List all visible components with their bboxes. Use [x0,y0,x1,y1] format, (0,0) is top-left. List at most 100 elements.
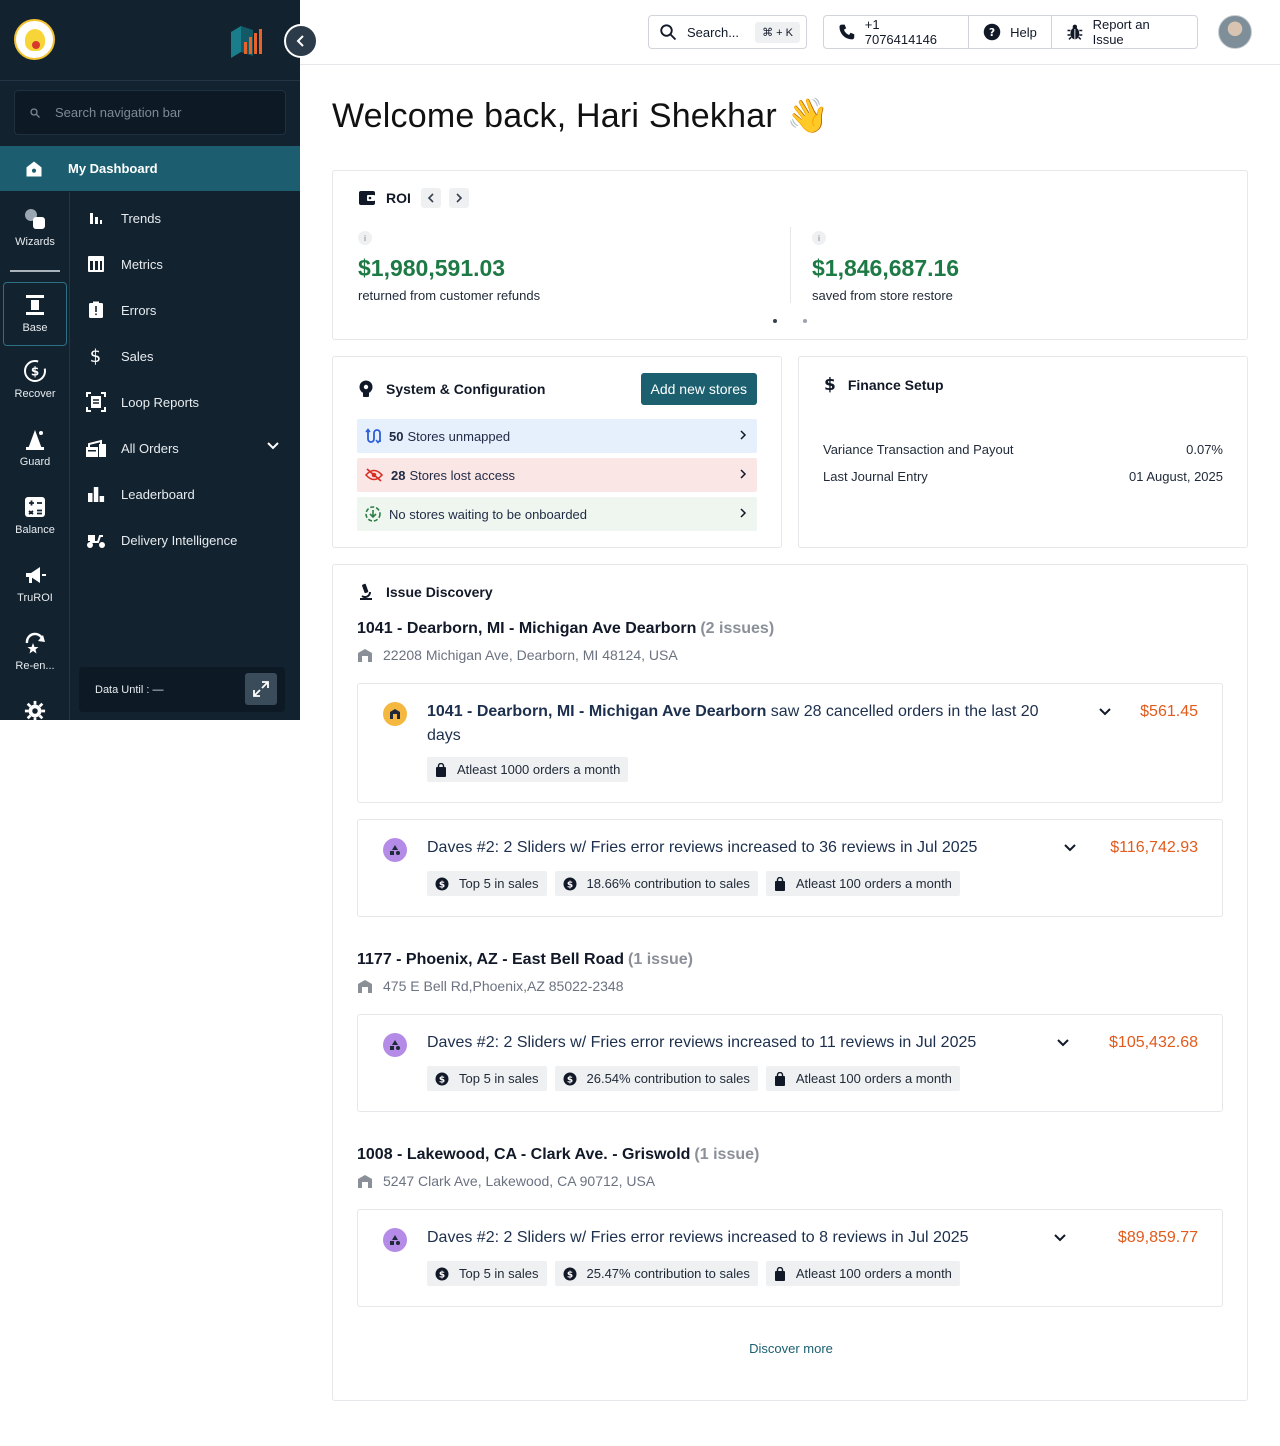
subnav-sales[interactable]: $ Sales [70,333,300,379]
data-until: Data Until : — [79,667,285,712]
carousel-dot-2[interactable] [803,319,807,323]
roi-next-button[interactable] [448,188,469,208]
store-address: 5247 Clark Ave, Lakewood, CA 90712, USA [357,1173,655,1189]
brand-logo[interactable] [14,19,55,60]
info-icon[interactable]: i [812,231,826,245]
store-issue-count: (1 issue) [628,951,693,968]
svg-text:$: $ [566,1075,572,1085]
avatar[interactable] [1218,15,1252,49]
rail-item-label: Re-en... [15,660,55,672]
search-label: Search... [687,24,740,40]
issue-discovery-card: Issue Discovery 1041 - Dearborn, MI - Mi… [332,564,1248,1401]
dollar-icon: $ [435,1267,449,1281]
chip-label: Atleast 100 orders a month [795,1071,952,1086]
nav-search-input[interactable] [55,105,255,120]
issue-amount: $105,432.68 [1109,1034,1198,1051]
subnav-errors[interactable]: Errors [70,287,300,333]
issue-item[interactable]: Daves #2: 2 Sliders w/ Fries error revie… [357,1209,1223,1307]
home-icon [26,161,42,176]
chevron-down-icon[interactable] [1097,704,1113,720]
subnav-label: Trends [121,210,161,226]
chevron-down-icon[interactable] [266,439,280,453]
rail-item-wizards[interactable]: Wizards [3,206,67,248]
subnav-trends[interactable]: Trends [70,195,300,241]
stores-unmapped-count: 50 [389,428,404,444]
chip-label: Atleast 1000 orders a month [457,762,621,777]
nav-my-dashboard[interactable]: My Dashboard [0,146,300,191]
bag-icon [774,876,786,891]
chevron-down-icon[interactable] [1062,840,1078,856]
store-icon [358,979,372,993]
rail-item-base[interactable]: Base [3,282,67,346]
dollar-icon: $ [563,1072,577,1086]
sidebar: My Dashboard Wizards Base $ Recover Guar… [0,0,300,720]
help-icon: ? [983,23,1001,41]
stores-unmapped-row[interactable]: 50 Stores unmapped [357,419,757,453]
nav-my-dashboard-label: My Dashboard [68,161,158,176]
bug-icon [1067,24,1083,40]
search-icon [660,24,677,41]
store-title[interactable]: 1177 - Phoenix, AZ - East Bell Road (1 is… [357,951,693,969]
rail-item-guard[interactable]: Guard [3,426,67,468]
issue-description: Daves #2: 2 Sliders w/ Fries error revie… [427,1229,969,1246]
info-icon[interactable]: i [358,231,372,245]
store-title[interactable]: 1041 - Dearborn, MI - Michigan Ave Dearb… [357,620,774,638]
stores-onboarding-row[interactable]: No stores waiting to be onboarded [357,497,757,531]
report-issue-label: Report an Issue [1092,17,1150,47]
svg-text:$: $ [31,365,39,379]
bag-icon [774,1266,786,1281]
issue-amount: $89,859.77 [1117,1229,1198,1246]
subnav-leaderboard[interactable]: Leaderboard [70,471,300,517]
rail-item-balance[interactable]: Balance [3,494,67,536]
svg-text:$: $ [566,880,572,890]
chip: Atleast 100 orders a month [765,871,960,896]
help-button[interactable]: ? Help [969,16,1052,48]
phone-button[interactable]: +1 7076414146 [824,16,970,48]
global-search-button[interactable]: Search... ⌘ + K [648,15,807,49]
rail-item-label: TruROI [17,592,53,604]
issue-item[interactable]: Daves #2: 2 Sliders w/ Fries error revie… [357,1014,1223,1112]
stores-lost-access-row[interactable]: 28 Stores lost access [357,458,757,492]
chevron-down-icon[interactable] [1055,1035,1071,1051]
subnav-metrics[interactable]: Metrics [70,241,300,287]
chip: $ Top 5 in sales [427,1066,547,1091]
issue-amount: $116,742.93 [1110,839,1198,856]
store-title[interactable]: 1008 - Lakewood, CA - Clark Ave. - Grisw… [357,1146,759,1164]
store-address: 475 E Bell Rd,Phoenix,AZ 85022-2348 [357,978,624,994]
finance-row-label: Last Journal Entry [823,469,928,484]
discover-more-link[interactable]: Discover more [333,1341,1249,1356]
carousel-dot-1[interactable] [773,319,777,323]
rail-item-reengage[interactable]: Re-en... [3,630,67,672]
add-new-stores-button[interactable]: Add new stores [640,373,757,405]
rail-item-label: Balance [15,524,55,536]
stores-lost-access-label: Stores lost access [409,467,515,483]
nav-search[interactable] [14,90,286,135]
chevron-down-icon[interactable] [1052,1230,1068,1246]
store-address-text: 22208 Michigan Ave, Dearborn, MI 48124, … [383,647,678,663]
expand-button[interactable] [245,673,277,705]
subnav-delivery-intelligence[interactable]: Delivery Intelligence [70,517,300,563]
report-issue-button[interactable]: Report an Issue [1052,16,1197,48]
rail-item-truroi[interactable]: TruROI [3,562,67,604]
phone-number: +1 7076414146 [864,17,938,47]
roi-prev-button[interactable] [420,188,441,208]
subnav-all-orders[interactable]: All Orders [70,425,300,471]
bar-chart-icon [89,213,102,224]
subnav-label: Metrics [121,256,163,272]
roi-item-refunds: i $1,980,591.03 returned from customer r… [358,231,540,303]
app-logo [231,26,262,58]
menu-item-icon [383,1228,407,1252]
guard-icon [26,430,44,450]
rail-item-recover[interactable]: $ Recover [3,358,67,400]
rail-item-settings[interactable] [3,698,67,720]
microscope-icon [360,583,372,600]
onboard-icon [365,506,381,522]
base-icon [26,295,44,315]
issue-item[interactable]: 1041 - Dearborn, MI - Michigan Ave Dearb… [357,683,1223,803]
issue-item[interactable]: Daves #2: 2 Sliders w/ Fries error revie… [357,819,1223,917]
chevron-right-icon [740,469,747,479]
collapse-sidebar-button[interactable] [284,24,318,58]
store-address: 22208 Michigan Ave, Dearborn, MI 48124, … [357,647,678,663]
subnav-loop-reports[interactable]: Loop Reports [70,379,300,425]
menu-item-icon [383,1033,407,1057]
